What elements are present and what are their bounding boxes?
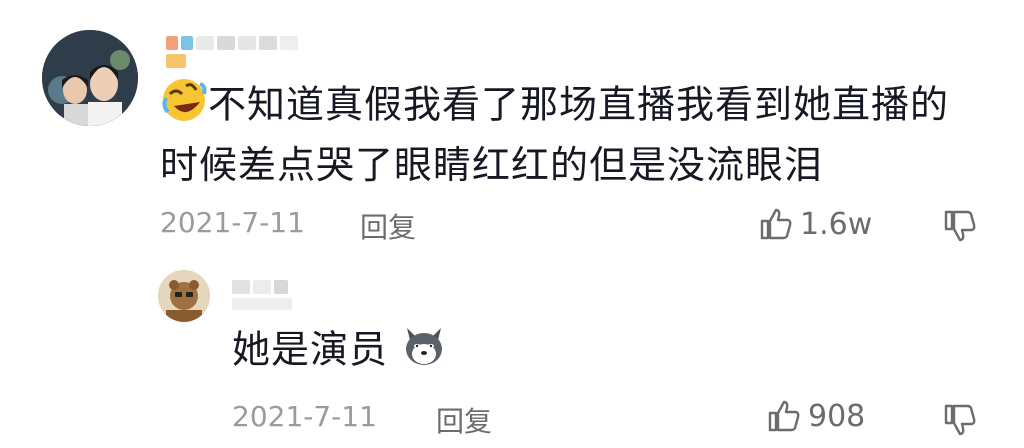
replier-name-blurred[interactable] xyxy=(232,280,288,294)
comment-date: 2021-7-11 xyxy=(160,206,305,239)
reply-reply-button[interactable]: 回复 xyxy=(436,400,492,440)
replier-avatar[interactable] xyxy=(158,270,210,322)
avatar-bear-photo-icon xyxy=(158,270,210,322)
like-button[interactable]: 1.6w xyxy=(758,206,872,242)
reply-like-button[interactable]: 908 xyxy=(766,398,865,434)
reply-text: 她是演员 xyxy=(232,322,447,382)
comment-text: 不知道真假我看了那场直播我看到她直播的 时候差点哭了眼睛红红的但是没流眼泪 xyxy=(160,76,1000,192)
thumbs-down-icon xyxy=(944,404,976,436)
commenter-name-blurred[interactable] xyxy=(166,36,298,50)
comment-text-line2: 时候差点哭了眼睛红红的但是没流眼泪 xyxy=(160,143,824,187)
rolling-laughing-emoji-icon xyxy=(160,76,208,138)
commenter-name-blurred-row2 xyxy=(166,54,186,68)
like-count: 1.6w xyxy=(800,206,873,242)
thumbs-up-icon xyxy=(768,400,800,432)
replier-name-blurred-row2 xyxy=(232,298,292,310)
commenter-avatar[interactable] xyxy=(42,30,138,126)
reply-like-count: 908 xyxy=(808,398,866,434)
comment-text-line1: 不知道真假我看了那场直播我看到她直播的 xyxy=(208,82,950,127)
dislike-button[interactable] xyxy=(942,208,978,248)
avatar-photo-icon xyxy=(42,30,138,126)
reply-date: 2021-7-11 xyxy=(232,400,377,433)
husky-dog-emoji-icon xyxy=(401,322,447,382)
reply-button[interactable]: 回复 xyxy=(360,206,416,246)
reply-dislike-button[interactable] xyxy=(942,402,978,442)
thumbs-up-icon xyxy=(760,208,792,240)
thumbs-down-icon xyxy=(944,210,976,242)
reply-text-content: 她是演员 xyxy=(232,327,389,372)
